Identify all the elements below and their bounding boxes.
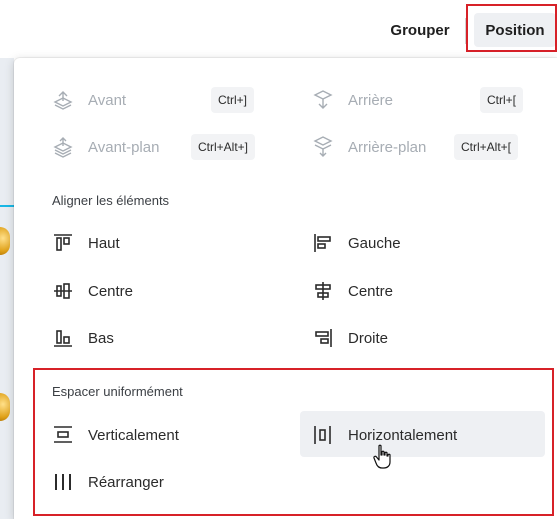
send-to-back-label: Arrière-plan [348,138,427,156]
align-center-icon [312,280,334,302]
bring-to-front-label: Avant-plan [88,138,160,156]
bring-to-front-item[interactable]: Avant-plan [52,130,159,164]
group-button[interactable]: Grouper [380,13,460,47]
send-backward-icon [312,89,334,111]
align-left-icon [312,232,334,254]
bring-forward-item[interactable]: Avant [52,83,126,117]
align-center-item[interactable]: Centre [312,274,393,308]
align-middle-icon [52,280,74,302]
bring-forward-icon [52,89,74,111]
position-button-highlight [466,4,557,52]
align-bottom-label: Bas [88,329,114,347]
spacing-section-highlight [33,368,554,516]
align-top-icon [52,232,74,254]
send-backward-label: Arrière [348,91,394,109]
hand-cursor-icon [372,444,394,470]
align-left-item[interactable]: Gauche [312,226,401,260]
bring-forward-shortcut: Ctrl+] [211,87,255,113]
align-middle-item[interactable]: Centre [52,274,133,308]
send-to-back-icon [312,136,334,158]
align-right-label: Droite [348,329,389,347]
align-left-label: Gauche [348,234,401,252]
align-top-item[interactable]: Haut [52,226,120,260]
send-backward-shortcut: Ctrl+[ [480,87,524,113]
canvas-edge [0,58,14,519]
bring-to-front-shortcut: Ctrl+Alt+] [191,134,256,160]
canvas-selection-line [0,205,14,207]
align-bottom-item[interactable]: Bas [52,321,114,355]
editor-toolbar: Grouper Position [0,0,557,58]
align-bottom-icon [52,327,74,349]
screen: Grouper Position Avant Ctrl+] Arrière Ct… [0,0,557,519]
align-top-label: Haut [88,234,120,252]
send-to-back-shortcut: Ctrl+Alt+[ [454,134,519,160]
send-to-back-item[interactable]: Arrière-plan [312,130,426,164]
align-right-item[interactable]: Droite [312,321,388,355]
align-section-heading: Aligner les éléments [52,193,170,208]
align-right-icon [312,327,334,349]
bring-forward-label: Avant [88,91,127,109]
align-center-label: Centre [348,282,394,300]
align-middle-label: Centre [88,282,134,300]
bring-to-front-icon [52,136,74,158]
send-backward-item[interactable]: Arrière [312,83,393,117]
